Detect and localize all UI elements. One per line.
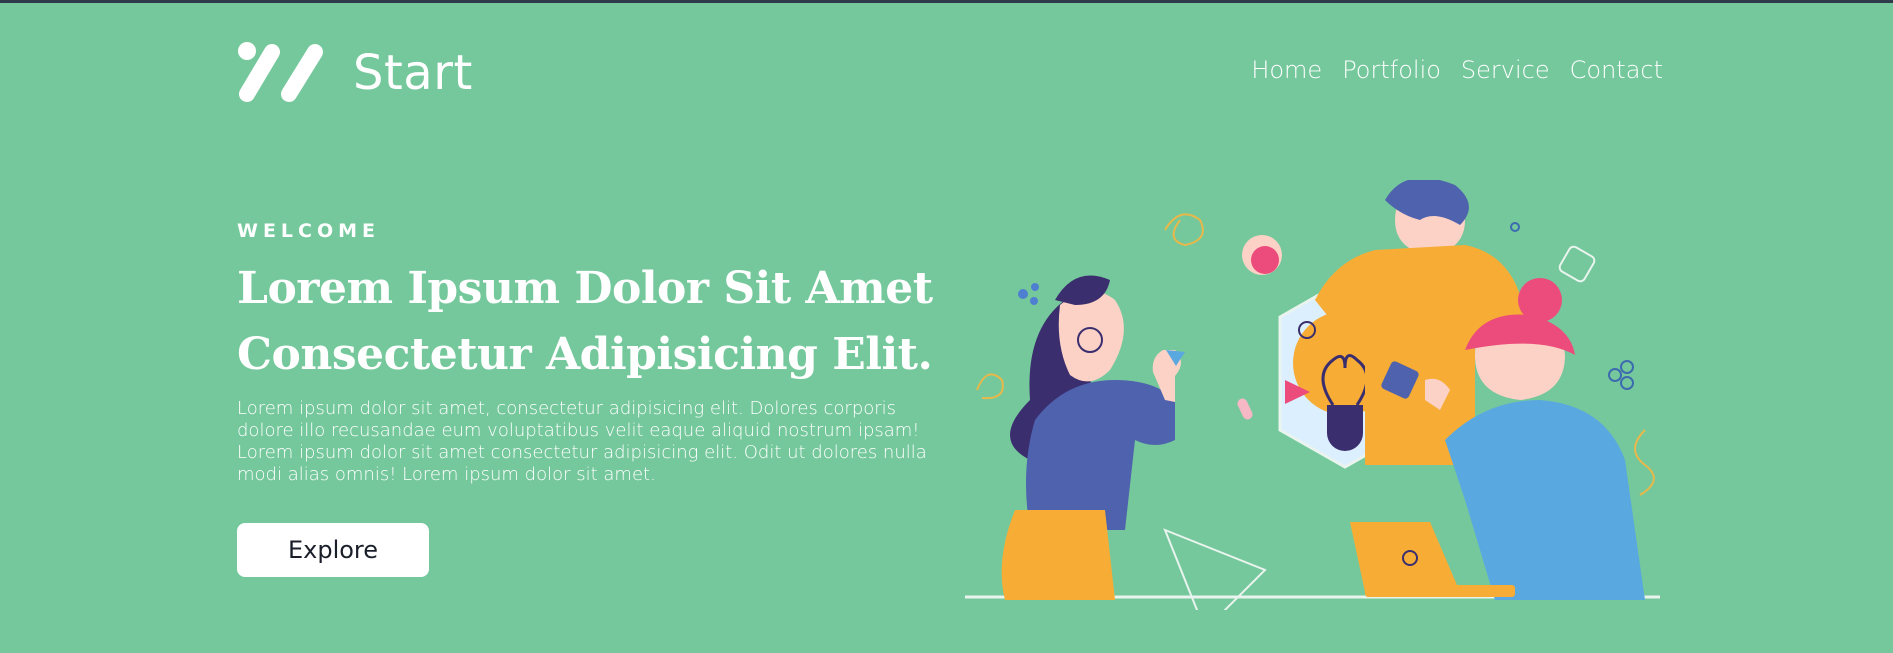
hero-headline-line-2: Consectetur Adipisicing Elit. <box>237 329 933 380</box>
hero-headline: Lorem Ipsum Dolor Sit Amet Consectetur A… <box>237 256 937 388</box>
slash-marks-logo-icon <box>237 40 327 106</box>
team-idea-lightbulb-illustration-icon <box>955 180 1675 610</box>
hero-eyebrow: WELCOME <box>237 220 381 242</box>
nav-contact-link[interactable]: Contact <box>1570 56 1663 85</box>
main-nav: Home Portfolio Service Contact <box>1251 56 1663 85</box>
brand-logo-link[interactable]: Start <box>237 40 473 106</box>
top-border <box>0 0 1893 3</box>
brand-name: Start <box>353 45 473 101</box>
nav-home-link[interactable]: Home <box>1251 56 1322 85</box>
hero-description: Lorem ipsum dolor sit amet, consectetur … <box>237 398 927 485</box>
nav-portfolio-link[interactable]: Portfolio <box>1342 56 1441 85</box>
explore-button[interactable]: Explore <box>237 523 429 577</box>
hero-headline-line-1: Lorem Ipsum Dolor Sit Amet <box>237 263 933 314</box>
nav-service-link[interactable]: Service <box>1461 56 1550 85</box>
